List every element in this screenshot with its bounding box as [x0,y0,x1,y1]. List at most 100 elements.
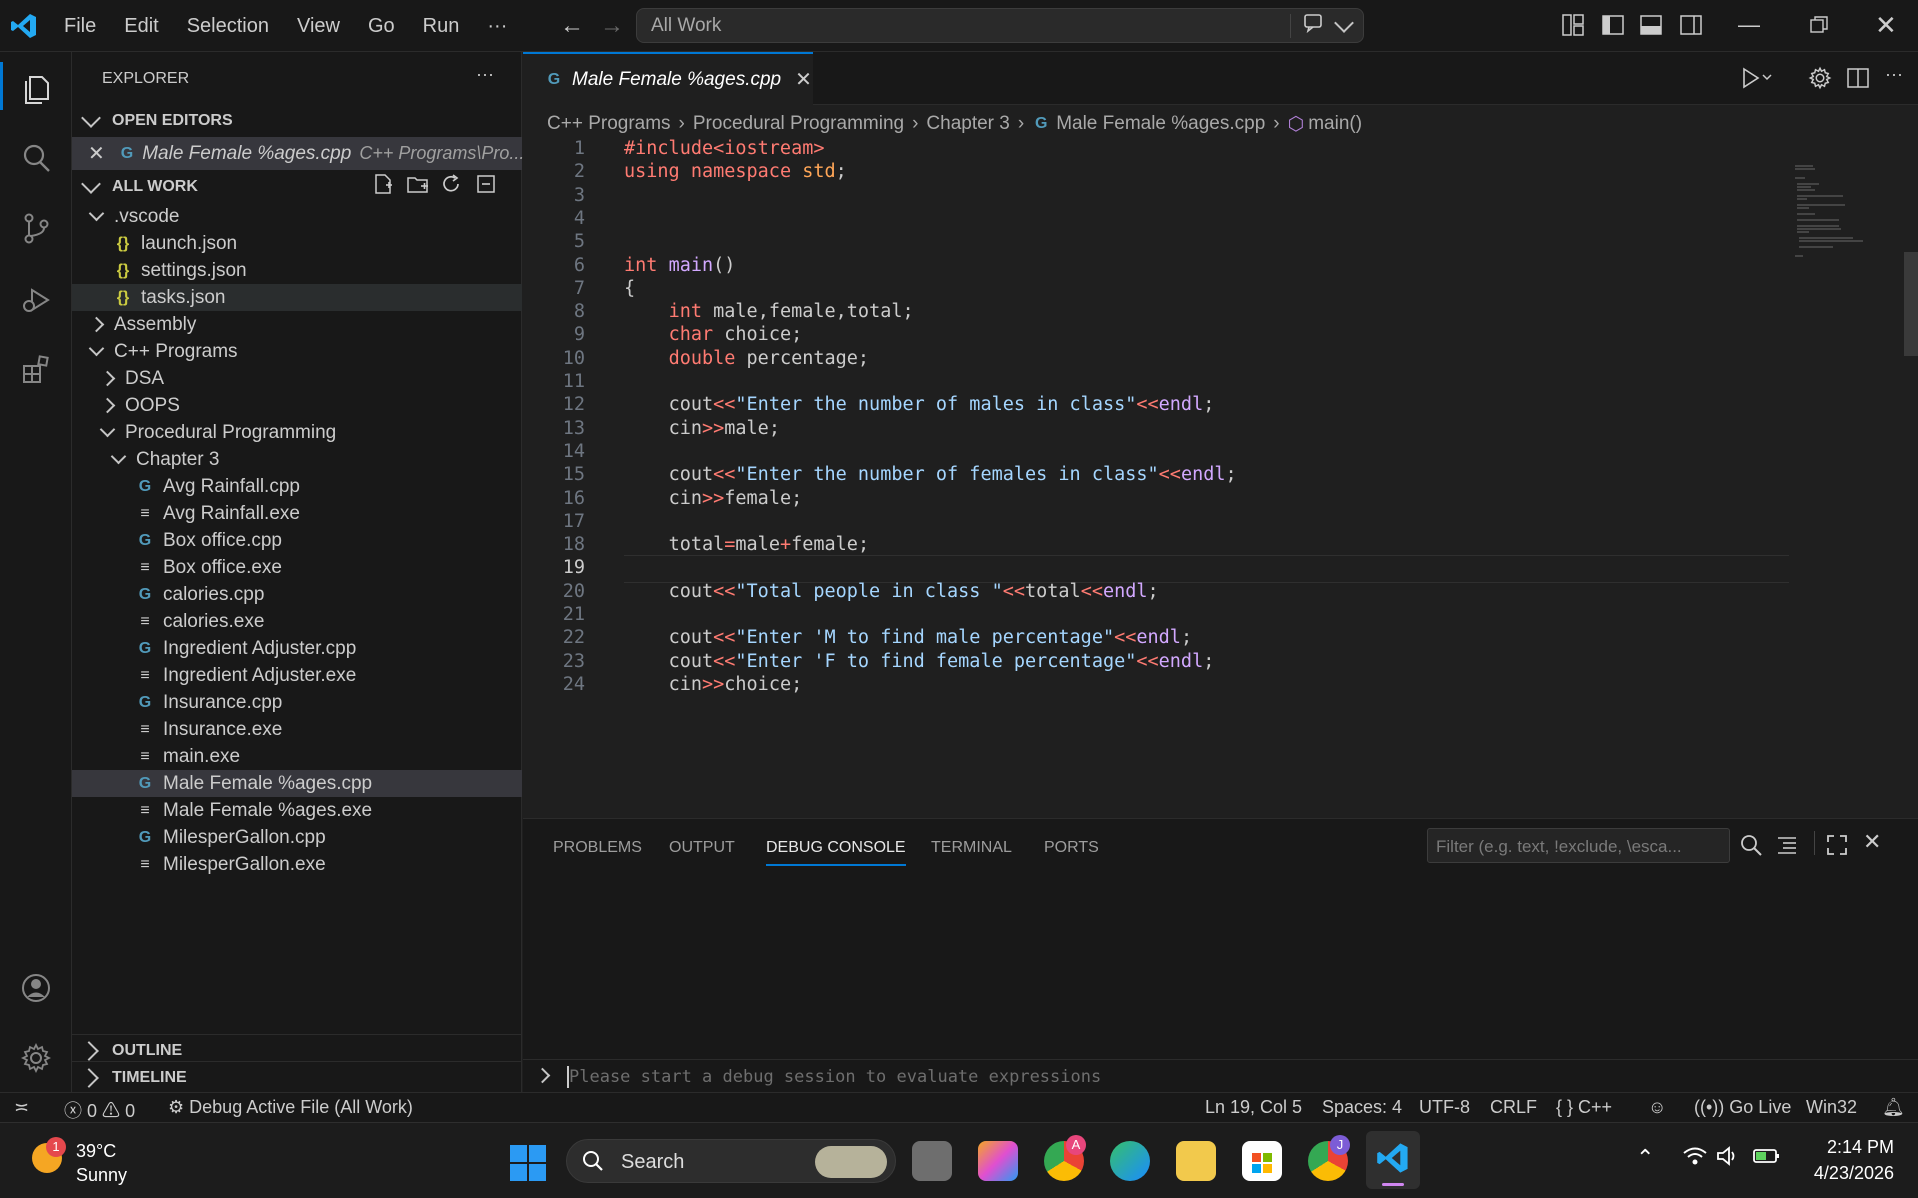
menu-go[interactable]: Go [354,0,409,52]
code-line[interactable]: total=male+female; [624,534,870,555]
close-panel-icon[interactable]: ✕ [1863,829,1881,855]
vertical-scrollbar[interactable] [1904,252,1918,356]
code-line[interactable]: using namespace std; [624,161,847,182]
encoding[interactable]: UTF-8 [1419,1097,1470,1118]
search-icon[interactable] [1739,833,1763,862]
code-editor[interactable]: 1 #include<iostream> 2 using namespace std;… [523,138,1918,818]
code-line[interactable]: double percentage; [624,348,870,369]
menu-run[interactable]: Run [409,0,474,52]
restore-icon[interactable] [1810,16,1828,39]
tree-file[interactable]: ≡ Insurance.exe [72,716,522,743]
breadcrumb-item[interactable]: C++ Programs [547,113,671,135]
battery-icon[interactable] [1752,1145,1782,1172]
debug-console-input-row[interactable]: Please start a debug session to evaluate… [523,1059,1918,1093]
go-live-button[interactable]: ((•)) Go Live [1694,1097,1791,1118]
tree-folder[interactable]: Procedural Programming [72,419,522,446]
minimize-icon[interactable]: — [1738,12,1760,38]
tree-folder[interactable]: OOPS [72,392,522,419]
toggle-sidebar-icon[interactable] [1602,14,1624,41]
tree-file[interactable]: {} settings.json [72,257,522,284]
new-file-icon[interactable] [372,173,394,201]
search-icon[interactable] [14,136,58,180]
microsoft-store-icon[interactable] [1242,1141,1282,1181]
refresh-icon[interactable] [440,173,462,201]
tree-file[interactable]: ≡ main.exe [72,743,522,770]
tree-file[interactable]: ≡ calories.exe [72,608,522,635]
run-debug-icon[interactable] [14,278,58,322]
manage-gear-icon[interactable] [14,1036,58,1080]
tree-file[interactable]: Gcalories.cpp [72,581,522,608]
toggle-secondary-sidebar-icon[interactable] [1680,14,1702,41]
code-line[interactable]: cin>>male; [624,418,780,439]
open-editor-item[interactable]: ✕ G Male Female %ages.cpp C++ Programs\P… [72,137,524,170]
edge-app-icon[interactable] [1110,1141,1150,1181]
line-ending[interactable]: CRLF [1490,1097,1537,1118]
breadcrumb-item[interactable]: Male Female %ages.cpp [1056,113,1265,135]
tree-file[interactable]: G MilesperGallon.cpp [72,824,522,851]
customize-layout-icon[interactable] [1562,14,1584,41]
extensions-icon[interactable] [14,348,58,392]
clock-date[interactable]: 4/23/2026 [1800,1163,1894,1184]
editor-more-icon[interactable]: ··· [1885,64,1903,85]
code-line[interactable]: cout<<"Enter 'F to find female percentag… [624,651,1215,672]
tree-folder[interactable]: Chapter 3 [72,446,522,473]
chevron-down-icon[interactable] [1334,12,1354,33]
code-line[interactable]: cout<<"Enter the number of females in cl… [624,464,1237,485]
code-line[interactable]: char choice; [624,324,803,345]
explorer-more-actions[interactable]: ··· [476,64,494,85]
tree-file[interactable]: G Male Female %ages.cpp [72,770,522,797]
close-editor-icon[interactable]: ✕ [88,141,105,166]
copilot-app-icon[interactable] [978,1141,1018,1181]
problems-status[interactable]: ⓧ 0 ⚠ 0 [64,1097,135,1123]
command-center[interactable]: All Work [636,8,1364,43]
cursor-position[interactable]: Ln 19, Col 5 [1205,1097,1302,1118]
settings-gear-icon[interactable] [1808,66,1832,95]
code-line[interactable]: { [624,278,635,299]
tab-ports[interactable]: PORTS [1044,839,1099,857]
tree-folder[interactable]: Assembly [72,311,522,338]
notifications-bell-icon[interactable]: 🔔︎ [1882,1097,1905,1118]
tab-problems[interactable]: PROBLEMS [553,839,642,857]
code-line[interactable]: #include<iostream> [624,138,825,159]
open-editors-header[interactable]: OPEN EDITORS [72,104,522,137]
show-hidden-icons-icon[interactable]: ⌃ [1636,1145,1654,1171]
wifi-icon[interactable] [1682,1145,1708,1173]
breadcrumb-item[interactable]: Chapter 3 [926,113,1009,135]
menu-more[interactable]: ··· [473,0,521,52]
remote-icon[interactable]: ≍ [14,1097,29,1118]
explorer-files-icon[interactable] [14,66,58,110]
tree-folder[interactable]: DSA [72,365,522,392]
file-explorer-icon[interactable] [1176,1141,1216,1181]
tab-output[interactable]: OUTPUT [669,839,735,857]
clock-time[interactable]: 2:14 PM [1810,1137,1894,1158]
maximize-panel-icon[interactable] [1825,833,1849,862]
code-line[interactable]: cout<<"Enter 'M to find male percentage"… [624,627,1193,648]
vscode-taskbar-button[interactable] [1366,1131,1420,1189]
editor-tab[interactable]: G Male Female %ages.cpp ✕ [523,52,813,105]
breadcrumb-item[interactable]: main() [1308,113,1362,135]
accounts-icon[interactable] [14,966,58,1010]
menu-edit[interactable]: Edit [110,0,172,52]
code-line[interactable]: cout<<"Enter the number of males in clas… [624,394,1215,415]
tab-debug-console[interactable]: DEBUG CONSOLE [766,839,906,866]
tree-folder[interactable]: .vscode [72,203,522,230]
run-file-icon[interactable] [1741,66,1773,95]
tree-file[interactable]: {} launch.json [72,230,522,257]
platform[interactable]: Win32 [1806,1097,1857,1118]
debug-status[interactable]: ⚙ Debug Active File (All Work) [168,1097,413,1118]
debug-console-filter-input[interactable]: Filter (e.g. text, !exclude, \esca... [1427,828,1730,863]
new-folder-icon[interactable] [406,173,430,201]
tree-file[interactable]: ≡ Ingredient Adjuster.exe [72,662,522,689]
volume-icon[interactable] [1716,1145,1740,1172]
tree-file[interactable]: ≡ Male Female %ages.exe [72,797,522,824]
menu-view[interactable]: View [283,0,354,52]
workspace-header[interactable]: ALL WORK [72,170,522,203]
close-tab-icon[interactable]: ✕ [795,67,812,92]
tree-file[interactable]: ≡ MilesperGallon.exe [72,851,522,878]
timeline-header[interactable]: TIMELINE [72,1061,522,1094]
copilot-icon[interactable]: ☺ [1648,1097,1666,1118]
tree-file[interactable]: G Ingredient Adjuster.cpp [72,635,522,662]
source-control-icon[interactable] [14,206,58,250]
split-editor-icon[interactable] [1846,66,1870,95]
minimap[interactable] [1793,162,1873,262]
